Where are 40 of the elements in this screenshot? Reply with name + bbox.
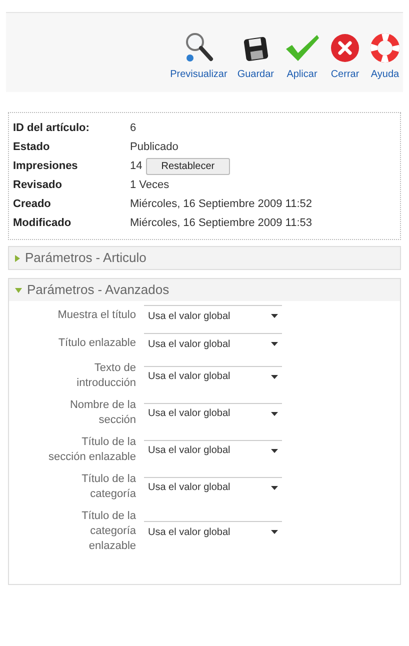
param-label: Título enlazable bbox=[57, 336, 136, 351]
param-label: Nombre de la sección bbox=[68, 398, 136, 428]
reset-button[interactable]: Restablecer bbox=[146, 158, 230, 175]
caret-icon bbox=[271, 530, 278, 534]
close-icon bbox=[330, 33, 360, 63]
checkmark-icon bbox=[284, 33, 320, 63]
expanded-arrow-icon bbox=[15, 288, 22, 292]
panel-header[interactable]: Parámetros - Avanzados bbox=[9, 279, 400, 301]
caret-icon bbox=[271, 342, 278, 346]
param-label: Texto de introducción bbox=[76, 361, 136, 391]
param-label: Muestra el título bbox=[56, 308, 136, 323]
param-label: Título de la sección enlazable bbox=[48, 435, 136, 465]
param-label: Título de la categoría enlazable bbox=[80, 509, 136, 554]
field-label: Revisado bbox=[13, 178, 63, 194]
caret-icon bbox=[271, 448, 278, 452]
lifebuoy-icon bbox=[370, 33, 400, 63]
field-value: Miércoles, 16 Septiembre 2009 11:53 bbox=[130, 216, 312, 232]
toolbar-button[interactable]: Aplicar bbox=[283, 29, 321, 82]
field-value: 6 bbox=[130, 121, 136, 136]
field-value: Miércoles, 16 Septiembre 2009 11:52 bbox=[130, 197, 312, 212]
toolbar-button[interactable]: Ayuda bbox=[369, 29, 401, 82]
field-value: 14 bbox=[130, 159, 142, 174]
caret-icon bbox=[271, 314, 278, 318]
param-label: Título de la categoría bbox=[80, 472, 136, 502]
toolbar-button[interactable]: Previsualizar bbox=[169, 29, 228, 82]
field-label: Modificado bbox=[13, 216, 72, 232]
caret-icon bbox=[271, 374, 278, 378]
panel-header[interactable]: Parámetros - Articulo bbox=[9, 247, 400, 269]
field-value: 1 Veces bbox=[130, 178, 170, 194]
field-label: ID del artículo: bbox=[13, 121, 90, 136]
field-label: Estado bbox=[13, 140, 51, 156]
field-label: Creado bbox=[13, 197, 52, 212]
magnifier-icon bbox=[184, 31, 214, 63]
field-value: Publicado bbox=[130, 140, 178, 156]
toolbar-button[interactable]: Cerrar bbox=[329, 29, 361, 82]
toolbar-button[interactable]: Guardar bbox=[236, 29, 275, 82]
collapsed-arrow-icon bbox=[15, 254, 20, 262]
caret-icon bbox=[271, 412, 278, 416]
caret-icon bbox=[271, 486, 278, 490]
field-label: Impresiones bbox=[13, 159, 79, 174]
